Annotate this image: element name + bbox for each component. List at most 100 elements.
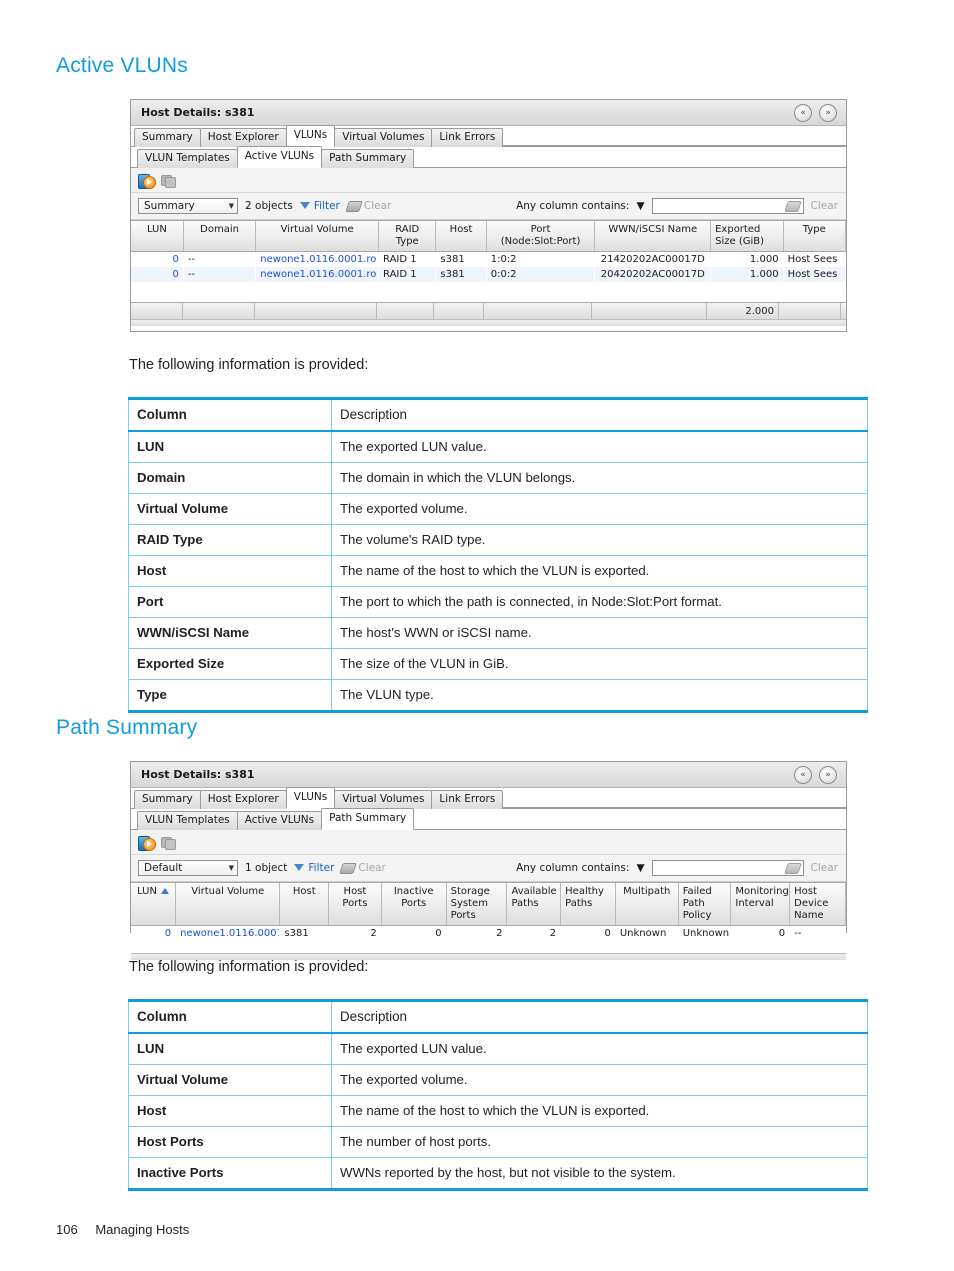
tab-filler <box>501 787 846 808</box>
view-select[interactable]: Summary ▼ <box>138 198 238 214</box>
view-select[interactable]: Default ▼ <box>138 860 238 876</box>
col-virtual-volume[interactable]: Virtual Volume <box>255 221 380 252</box>
desc-text: The exported volume. <box>331 1064 868 1096</box>
table-row: Host Ports The number of host ports. <box>128 1126 868 1158</box>
subtab-active-vluns[interactable]: Active VLUNs <box>236 811 323 830</box>
intro-paragraph-2: The following information is provided: <box>129 959 369 975</box>
tab-vluns[interactable]: VLUNs <box>285 787 336 809</box>
col-host[interactable]: Host <box>279 883 330 926</box>
cell-lun: 0 <box>164 928 172 939</box>
contains-chevron-down-icon[interactable]: ▼ <box>636 862 644 874</box>
col-available-paths[interactable]: Available Paths <box>506 883 562 926</box>
col-lun[interactable]: LUN <box>131 883 177 926</box>
table-row: LUN The exported LUN value. <box>128 1032 868 1065</box>
cell-exported-size: 1.000 <box>749 254 779 265</box>
desc-header-column: Column <box>128 397 332 432</box>
table-row: Type The VLUN type. <box>128 679 868 713</box>
tab-link-errors[interactable]: Link Errors <box>431 790 504 809</box>
view-select-value: Summary <box>144 200 195 212</box>
col-lun[interactable]: LUN <box>131 221 184 252</box>
grid-empty-space <box>131 941 846 953</box>
clear-filter-button[interactable]: Clear <box>339 862 386 874</box>
col-inactive-ports[interactable]: Inactive Ports <box>381 883 447 926</box>
tab-host-explorer[interactable]: Host Explorer <box>199 128 287 147</box>
search-input[interactable] <box>651 860 804 876</box>
sub-tab-bar: VLUN Templates Active VLUNs Path Summary <box>131 146 846 168</box>
cell-host: s381 <box>440 254 465 265</box>
search-clear-label: Clear <box>810 862 838 874</box>
total-exported-size: 2.000 <box>707 303 779 319</box>
desc-text: The VLUN type. <box>331 679 868 713</box>
collapse-all-icon[interactable]: « <box>794 766 812 784</box>
col-multipath[interactable]: Multipath <box>615 883 679 926</box>
contains-label: Any column contains: <box>516 200 630 212</box>
search-input[interactable] <box>651 198 804 214</box>
col-exported-size[interactable]: Exported Size (GiB) <box>710 221 784 252</box>
chevron-down-icon: ▼ <box>228 202 234 210</box>
contains-chevron-down-icon[interactable]: ▼ <box>636 200 644 212</box>
subtab-vlun-templates[interactable]: VLUN Templates <box>137 149 238 168</box>
tab-virtual-volumes[interactable]: Virtual Volumes <box>334 128 433 147</box>
desc-column: Exported Size <box>128 648 332 680</box>
col-wwn[interactable]: WWN/iSCSI Name <box>594 221 712 252</box>
clear-filter-button[interactable]: Clear <box>345 200 392 212</box>
table-row[interactable]: 0 newone1.0116.0001.ro s381 2 0 2 2 0 Un… <box>131 926 846 942</box>
col-virtual-volume[interactable]: Virtual Volume <box>175 883 281 926</box>
table-row[interactable]: 0 -- newone1.0116.0001.ro RAID 1 s381 0:… <box>131 267 846 282</box>
cell-domain: -- <box>187 254 196 265</box>
table-row: Virtual Volume The exported volume. <box>128 493 868 525</box>
cell-virtual-volume[interactable]: newone1.0116.0001.ro <box>255 267 379 282</box>
grid-header-row: LUN Virtual Volume Host Host Ports Inact… <box>131 883 846 926</box>
desc-column: Host <box>128 1095 332 1127</box>
col-port[interactable]: Port (Node:Slot:Port) <box>486 221 596 252</box>
subtab-path-summary[interactable]: Path Summary <box>321 149 415 168</box>
col-failed-path-policy[interactable]: Failed Path Policy <box>678 883 732 926</box>
cell-virtual-volume[interactable]: newone1.0116.0001.ro <box>176 926 280 942</box>
col-storage-system-ports[interactable]: Storage System Ports <box>446 883 508 926</box>
section-heading-path-summary: Path Summary <box>56 716 198 739</box>
filter-button[interactable]: Filter <box>299 200 340 212</box>
active-vluns-grid: LUN Domain Virtual Volume RAID Type Host… <box>131 220 847 326</box>
filter-label: Filter <box>308 862 335 874</box>
desc-header-description: Description <box>331 397 868 432</box>
filter-button[interactable]: Filter <box>294 862 334 874</box>
tab-summary[interactable]: Summary <box>134 128 201 147</box>
subtab-active-vluns[interactable]: Active VLUNs <box>236 146 323 168</box>
col-domain[interactable]: Domain <box>183 221 257 252</box>
desc-column: Inactive Ports <box>128 1157 332 1191</box>
desc-text: The exported volume. <box>331 493 868 525</box>
cell-virtual-volume[interactable]: newone1.0116.0001.ro <box>256 252 379 268</box>
col-host[interactable]: Host <box>435 221 487 252</box>
search-clear-button[interactable]: Clear <box>811 200 838 212</box>
grid-table: LUN Virtual Volume Host Host Ports Inact… <box>131 883 846 941</box>
collapse-all-icon[interactable]: « <box>794 104 812 122</box>
table-row: Virtual Volume The exported volume. <box>128 1064 868 1096</box>
tab-vluns[interactable]: VLUNs <box>285 125 336 147</box>
search-eraser-icon[interactable] <box>783 200 802 212</box>
expand-all-icon[interactable]: » <box>819 766 837 784</box>
tab-link-errors[interactable]: Link Errors <box>431 128 504 147</box>
subtab-vlun-templates[interactable]: VLUN Templates <box>137 811 238 830</box>
col-healthy-paths[interactable]: Healthy Paths <box>560 883 616 926</box>
grid-filter-bar: Summary ▼ 2 objects Filter Clear Any col… <box>131 193 846 220</box>
col-type[interactable]: Type <box>783 221 847 252</box>
grid-filter-bar: Default ▼ 1 object Filter Clear Any colu… <box>131 855 846 882</box>
expand-all-icon[interactable]: » <box>819 104 837 122</box>
export-vlun-icon[interactable] <box>138 173 156 189</box>
col-host-device-name[interactable]: Host Device Name <box>789 883 846 926</box>
clear-label: Clear <box>363 200 392 212</box>
grid-totals-row: 2.000 <box>131 302 846 319</box>
export-vlun-icon[interactable] <box>138 835 156 851</box>
col-monitoring-interval[interactable]: Monitoring Interval <box>730 883 791 926</box>
tab-virtual-volumes[interactable]: Virtual Volumes <box>334 790 433 809</box>
tab-summary[interactable]: Summary <box>134 790 201 809</box>
cell-inactive-ports: 0 <box>435 928 442 939</box>
subtab-path-summary[interactable]: Path Summary <box>321 808 415 830</box>
col-host-ports[interactable]: Host Ports <box>328 883 382 926</box>
table-row[interactable]: 0 -- newone1.0116.0001.ro RAID 1 s381 1:… <box>131 252 846 268</box>
search-clear-button[interactable]: Clear <box>811 862 838 874</box>
search-eraser-icon[interactable] <box>783 862 802 874</box>
tab-host-explorer[interactable]: Host Explorer <box>199 790 287 809</box>
eraser-icon <box>345 200 363 212</box>
col-raid-type[interactable]: RAID Type <box>378 221 437 252</box>
